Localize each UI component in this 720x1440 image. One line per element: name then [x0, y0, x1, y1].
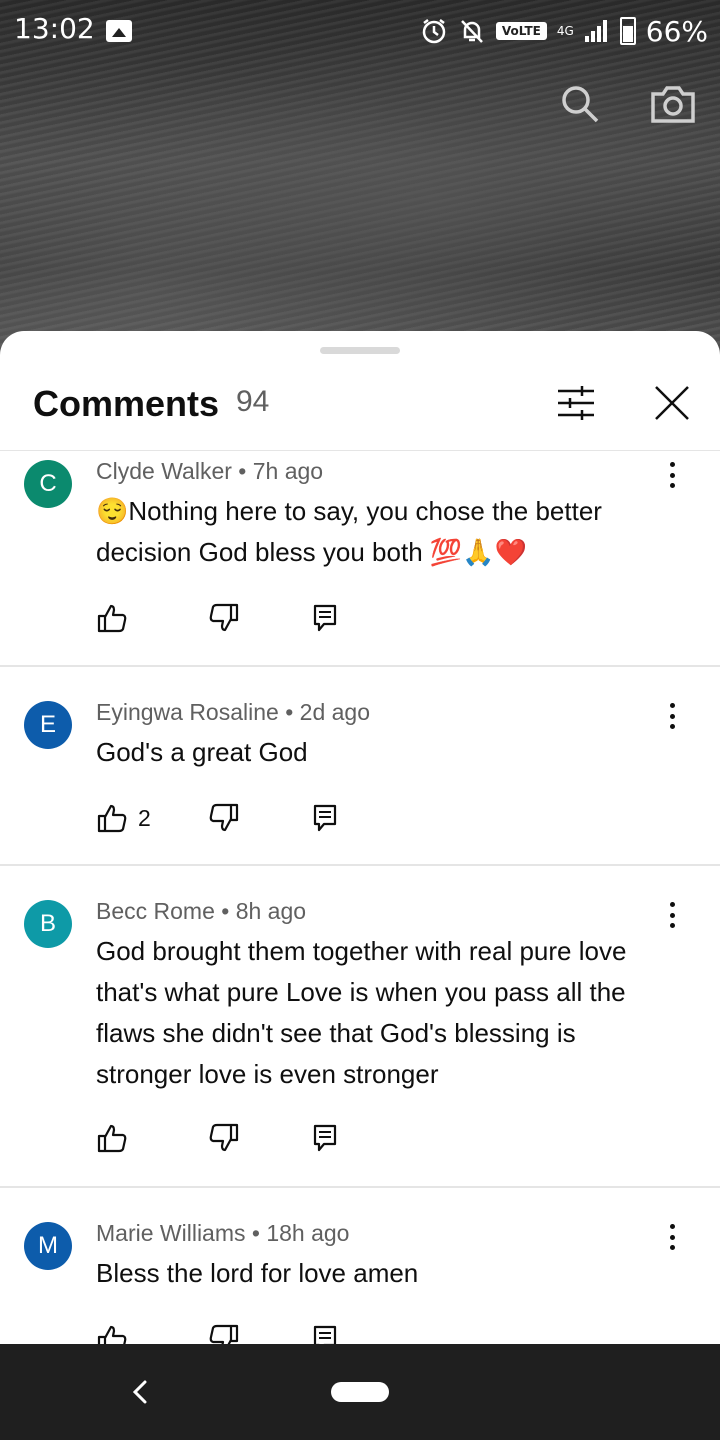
bell-off-icon	[461, 20, 483, 43]
comment-meta: Becc Rome • 8h ago	[96, 898, 307, 924]
search-icon[interactable]	[560, 84, 600, 124]
comment-text: God brought them together with real pure…	[96, 936, 627, 1089]
volte-badge: VoLTE	[495, 22, 547, 40]
back-icon[interactable]	[128, 1376, 152, 1408]
thumbs-down-icon	[209, 1324, 239, 1344]
dislike-button[interactable]	[208, 802, 240, 834]
comment-actions: 2	[96, 802, 396, 834]
home-pill[interactable]	[331, 1382, 389, 1402]
comments-sheet: Comments 94 C Clyde Walker • 7h ago 😌Not…	[0, 331, 720, 1344]
comments-count: 94	[236, 385, 270, 418]
reply-button[interactable]	[312, 1323, 338, 1344]
comment-actions	[96, 602, 396, 634]
network-type: 4G	[556, 24, 574, 38]
comment-text: God's a great God	[96, 737, 308, 767]
camera-icon[interactable]	[650, 84, 696, 124]
like-count: 2	[138, 804, 151, 831]
status-icons: VoLTE 4G 66%	[420, 14, 708, 48]
comment-item: M Marie Williams • 18h ago Bless the lor…	[0, 1188, 720, 1344]
comments-title: Comments	[33, 383, 220, 424]
comments-header: Comments 94	[0, 371, 720, 451]
reply-button[interactable]	[312, 602, 338, 634]
battery-icon	[619, 17, 636, 45]
comment-text: Bless the lord for love amen	[96, 1258, 419, 1288]
reply-icon	[313, 604, 337, 632]
avatar[interactable]: E	[24, 701, 72, 749]
status-bar: 13:02 VoLTE 4G 66%	[0, 0, 720, 62]
dislike-button[interactable]	[208, 1323, 240, 1344]
more-vert-icon[interactable]	[660, 900, 684, 930]
status-time: 13:02	[14, 12, 95, 45]
comment-actions	[96, 1122, 396, 1154]
filter-icon[interactable]	[556, 385, 596, 421]
reply-button[interactable]	[312, 802, 338, 834]
comment-meta: Eyingwa Rosaline • 2d ago	[96, 699, 371, 725]
like-button[interactable]	[96, 602, 138, 634]
avatar[interactable]: M	[24, 1222, 72, 1270]
reply-icon	[313, 1124, 337, 1152]
video-controls	[560, 84, 696, 124]
like-button[interactable]: 2	[96, 802, 151, 834]
drag-handle[interactable]	[320, 347, 400, 354]
signal-icon	[584, 20, 607, 42]
comment-meta: Clyde Walker • 7h ago	[96, 458, 324, 484]
reply-icon	[313, 804, 337, 832]
image-notification-icon	[106, 20, 132, 42]
thumbs-up-icon	[97, 1124, 127, 1153]
alarm-icon	[422, 19, 446, 44]
like-button[interactable]	[96, 1122, 138, 1154]
thumbs-down-icon	[209, 803, 239, 832]
comment-item: E Eyingwa Rosaline • 2d ago God's a grea…	[0, 667, 720, 866]
avatar[interactable]: C	[24, 460, 72, 508]
thumbs-down-icon	[209, 1123, 239, 1152]
more-vert-icon[interactable]	[660, 460, 684, 490]
more-vert-icon[interactable]	[660, 701, 684, 731]
dislike-button[interactable]	[208, 1122, 240, 1154]
thumbs-up-icon	[97, 604, 127, 633]
comment-item: B Becc Rome • 8h ago God brought them to…	[0, 866, 720, 1188]
comment-text: 😌Nothing here to say, you chose the bett…	[96, 496, 602, 567]
comment-item: C Clyde Walker • 7h ago 😌Nothing here to…	[0, 452, 720, 667]
navigation-bar	[0, 1344, 720, 1440]
thumbs-up-icon	[97, 1325, 127, 1344]
thumbs-up-icon	[97, 804, 127, 833]
comment-meta: Marie Williams • 18h ago	[96, 1220, 350, 1246]
thumbs-down-icon	[209, 603, 239, 632]
reply-icon	[313, 1325, 337, 1344]
comment-actions	[96, 1323, 396, 1344]
comments-list: C Clyde Walker • 7h ago 😌Nothing here to…	[0, 452, 720, 1344]
dislike-button[interactable]	[208, 602, 240, 634]
like-button[interactable]	[96, 1323, 138, 1344]
battery-percent: 66%	[645, 14, 708, 48]
close-icon[interactable]	[652, 383, 692, 423]
avatar[interactable]: B	[24, 900, 72, 948]
reply-button[interactable]	[312, 1122, 338, 1154]
more-vert-icon[interactable]	[660, 1222, 684, 1252]
